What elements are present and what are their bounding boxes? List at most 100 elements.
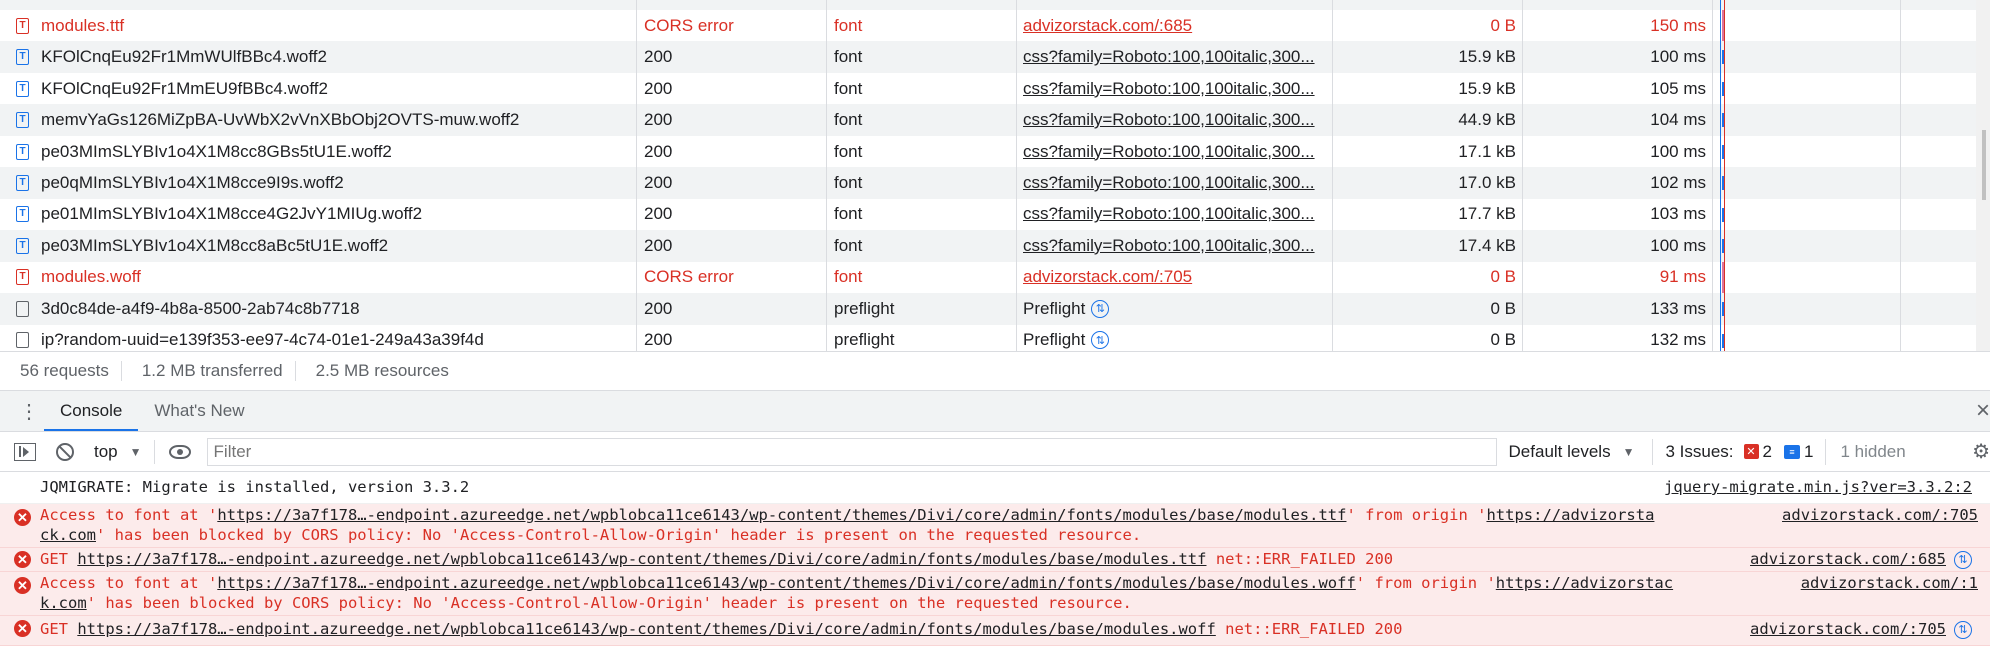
clear-console-button[interactable]	[56, 442, 74, 461]
request-initiator[interactable]: css?family=Roboto:100,100italic,300...	[1023, 199, 1323, 231]
request-name-text: pe03MImSLYBIv1o4X1M8cc8GBs5tU1E.woff2	[41, 141, 392, 161]
resource-url-link[interactable]: https://3a7f178…-endpoint.azureedge.net/…	[77, 620, 1215, 638]
resource-url-link[interactable]: https://3a7f178…-endpoint.azureedge.net/…	[217, 574, 1355, 592]
console-settings-gear-icon[interactable]: ⚙	[1972, 439, 1990, 464]
request-type-text: font	[834, 235, 863, 255]
issues-button[interactable]: 3 Issues: ✕ 2 ≡ 1	[1652, 438, 1827, 465]
request-name: T KFOlCnqEu92Fr1MmWUlfBBc4.woff2	[16, 41, 634, 73]
request-initiator[interactable]: css?family=Roboto:100,100italic,300...	[1023, 167, 1323, 199]
console-message-error: ✕ Access to font at 'https://3a7f178…-en…	[0, 572, 1990, 616]
request-initiator: Preflight ⇅	[1023, 293, 1323, 325]
message-text-line2: ck.com' has been blocked by CORS policy:…	[40, 526, 1990, 544]
request-initiator: Preflight ⇅	[1023, 325, 1323, 352]
request-initiator[interactable]: css?family=Roboto:100,100italic,300...	[1023, 104, 1323, 136]
request-name: TmemvYaGs126MiZpBA-UvWbX2vVnXBbObj2OVTS-…	[16, 104, 634, 136]
source-link[interactable]: advizorstack.com/:1	[1801, 574, 1978, 592]
request-type: font	[834, 136, 1014, 168]
origin-link[interactable]: ck.com	[40, 526, 96, 544]
dropdown-arrow-icon: ▼	[1622, 444, 1635, 459]
table-row[interactable]: 3d0c84de-a4f9-4b8a-8500-2ab74c8b7718 200 p…	[0, 293, 1990, 325]
network-request-icon[interactable]: ⇅	[1954, 620, 1972, 639]
table-scrollbar-thumb[interactable]	[1982, 130, 1986, 200]
request-status-text: 200	[644, 141, 673, 161]
request-size-text: 17.0 kB	[1458, 173, 1516, 192]
request-size: 0 B	[1333, 262, 1516, 294]
request-time: 132 ms	[1524, 325, 1706, 352]
resource-url-link[interactable]: https://3a7f178…-endpoint.azureedge.net/…	[217, 506, 1346, 524]
network-request-table: Tmodules.ttf CORS error font advizorstack.c…	[0, 0, 1990, 351]
live-expression-eye-icon[interactable]	[168, 444, 191, 459]
source-link[interactable]: jquery-migrate.min.js?ver=3.3.2:2	[1664, 478, 1972, 496]
column-divider	[1522, 0, 1523, 351]
request-initiator-text: css?family=Roboto:100,100italic,300...	[1023, 78, 1315, 98]
close-drawer-icon[interactable]: ×	[1976, 397, 1990, 425]
context-label: top	[94, 441, 118, 461]
request-status: 200	[644, 230, 824, 262]
table-row[interactable]: Tpe0qMImSLYBIv1o4X1M8cce9I9s.woff2 200 fon…	[0, 167, 1990, 199]
request-initiator[interactable]: css?family=Roboto:100,100italic,300...	[1023, 230, 1323, 262]
table-row[interactable]: Tmodules.ttf CORS error font advizorstack.c…	[0, 10, 1990, 42]
request-type: font	[834, 167, 1014, 199]
log-levels-dropdown[interactable]: Default levels ▼	[1509, 442, 1635, 462]
waterfall-load-line	[1724, 0, 1725, 351]
context-selector[interactable]: top ▼	[94, 442, 142, 462]
origin-link[interactable]: https://advizorstac	[1496, 574, 1673, 592]
font-file-icon: T	[16, 237, 29, 254]
font-file-icon: T	[16, 175, 29, 191]
request-type: font	[834, 73, 1014, 105]
column-divider	[1332, 0, 1333, 351]
table-row-partial[interactable]	[0, 0, 1990, 10]
request-initiator[interactable]: css?family=Roboto:100,100italic,300...	[1023, 41, 1323, 73]
table-row[interactable]: Tpe03MImSLYBIv1o4X1M8cc8aBc5tU1E.woff2 20…	[0, 230, 1990, 262]
request-time: 100 ms	[1524, 41, 1706, 73]
request-status: 200	[644, 41, 824, 73]
resource-url-link[interactable]: https://3a7f178…-endpoint.azureedge.net/…	[77, 550, 1206, 568]
request-time-text: 132 ms	[1650, 330, 1706, 350]
request-status: CORS error	[644, 10, 824, 42]
text-segment: GET	[40, 620, 78, 638]
request-status-text: 200	[644, 173, 673, 192]
source-link[interactable]: advizorstack.com/:685 ⇅	[1750, 550, 1972, 569]
request-initiator[interactable]: advizorstack.com/:705	[1023, 262, 1323, 294]
request-name-text: 3d0c84de-a4f9-4b8a-8500-2ab74c8b7718	[41, 298, 360, 318]
font-file-icon: T	[16, 269, 29, 286]
show-sidebar-button[interactable]	[14, 442, 36, 461]
filter-input[interactable]: Filter	[206, 437, 1497, 466]
column-divider	[1016, 0, 1017, 351]
request-status-text: CORS error	[644, 267, 734, 287]
font-file-icon: T	[16, 143, 29, 160]
request-type-text: font	[834, 110, 863, 130]
request-status-text: CORS error	[644, 15, 734, 35]
table-row[interactable]: T KFOlCnqEu92Fr1MmEU9fBBc4.woff2 200 font cs…	[0, 72, 1990, 105]
request-name-text: modules.woff	[41, 267, 141, 287]
preflight-link-icon[interactable]: ⇅	[1091, 331, 1110, 350]
table-row[interactable]: T KFOlCnqEu92Fr1MmWUlfBBc4.woff2 200 font cs…	[0, 41, 1990, 73]
request-type: preflight	[834, 325, 1014, 352]
request-type-text: preflight	[834, 330, 895, 350]
table-row[interactable]: TmemvYaGs126MiZpBA-UvWbX2vVnXBbObj2OVTS-…	[0, 104, 1990, 136]
request-initiator[interactable]: css?family=Roboto:100,100italic,300...	[1023, 136, 1323, 168]
more-options-icon[interactable]: ⋮	[14, 399, 44, 424]
request-name: Tpe03MImSLYBIv1o4X1M8cc8GBs5tU1E.woff2	[16, 136, 634, 168]
text-segment: net::ERR_FAILED 200	[1206, 550, 1394, 568]
table-row[interactable]: Tpe03MImSLYBIv1o4X1M8cc8GBs5tU1E.woff2 20…	[0, 135, 1990, 168]
font-file-icon: T	[16, 80, 29, 97]
origin-link[interactable]: k.com	[40, 594, 87, 612]
request-time: 103 ms	[1524, 199, 1706, 231]
tab-whats-new[interactable]: What's New	[138, 391, 260, 431]
origin-link[interactable]: https://advizorsta	[1486, 506, 1654, 524]
preflight-link-icon[interactable]: ⇅	[1091, 299, 1110, 318]
request-initiator-text: Preflight	[1023, 298, 1086, 318]
request-initiator[interactable]: advizorstack.com/:685	[1023, 10, 1323, 42]
network-request-icon[interactable]: ⇅	[1954, 550, 1972, 569]
request-initiator[interactable]: css?family=Roboto:100,100italic,300...	[1023, 73, 1323, 105]
source-link[interactable]: advizorstack.com/:705	[1782, 506, 1978, 524]
tab-console[interactable]: Console	[44, 391, 139, 431]
table-row[interactable]: Tpe01MImSLYBIv1o4X1M8cce4G2JvY1MIUg.woff…	[0, 198, 1990, 231]
issues-info-count: 1	[1804, 441, 1814, 461]
request-initiator-text: css?family=Roboto:100,100italic,300...	[1023, 47, 1315, 67]
table-row[interactable]: Tmodules.woff CORS error font advizorstack.…	[0, 261, 1990, 294]
table-row[interactable]: ip?random-uuid=e139f353-ee97-4c74-01e1-2…	[0, 324, 1990, 352]
source-link[interactable]: advizorstack.com/:705 ⇅	[1750, 620, 1972, 639]
request-time-text: 133 ms	[1650, 298, 1706, 318]
